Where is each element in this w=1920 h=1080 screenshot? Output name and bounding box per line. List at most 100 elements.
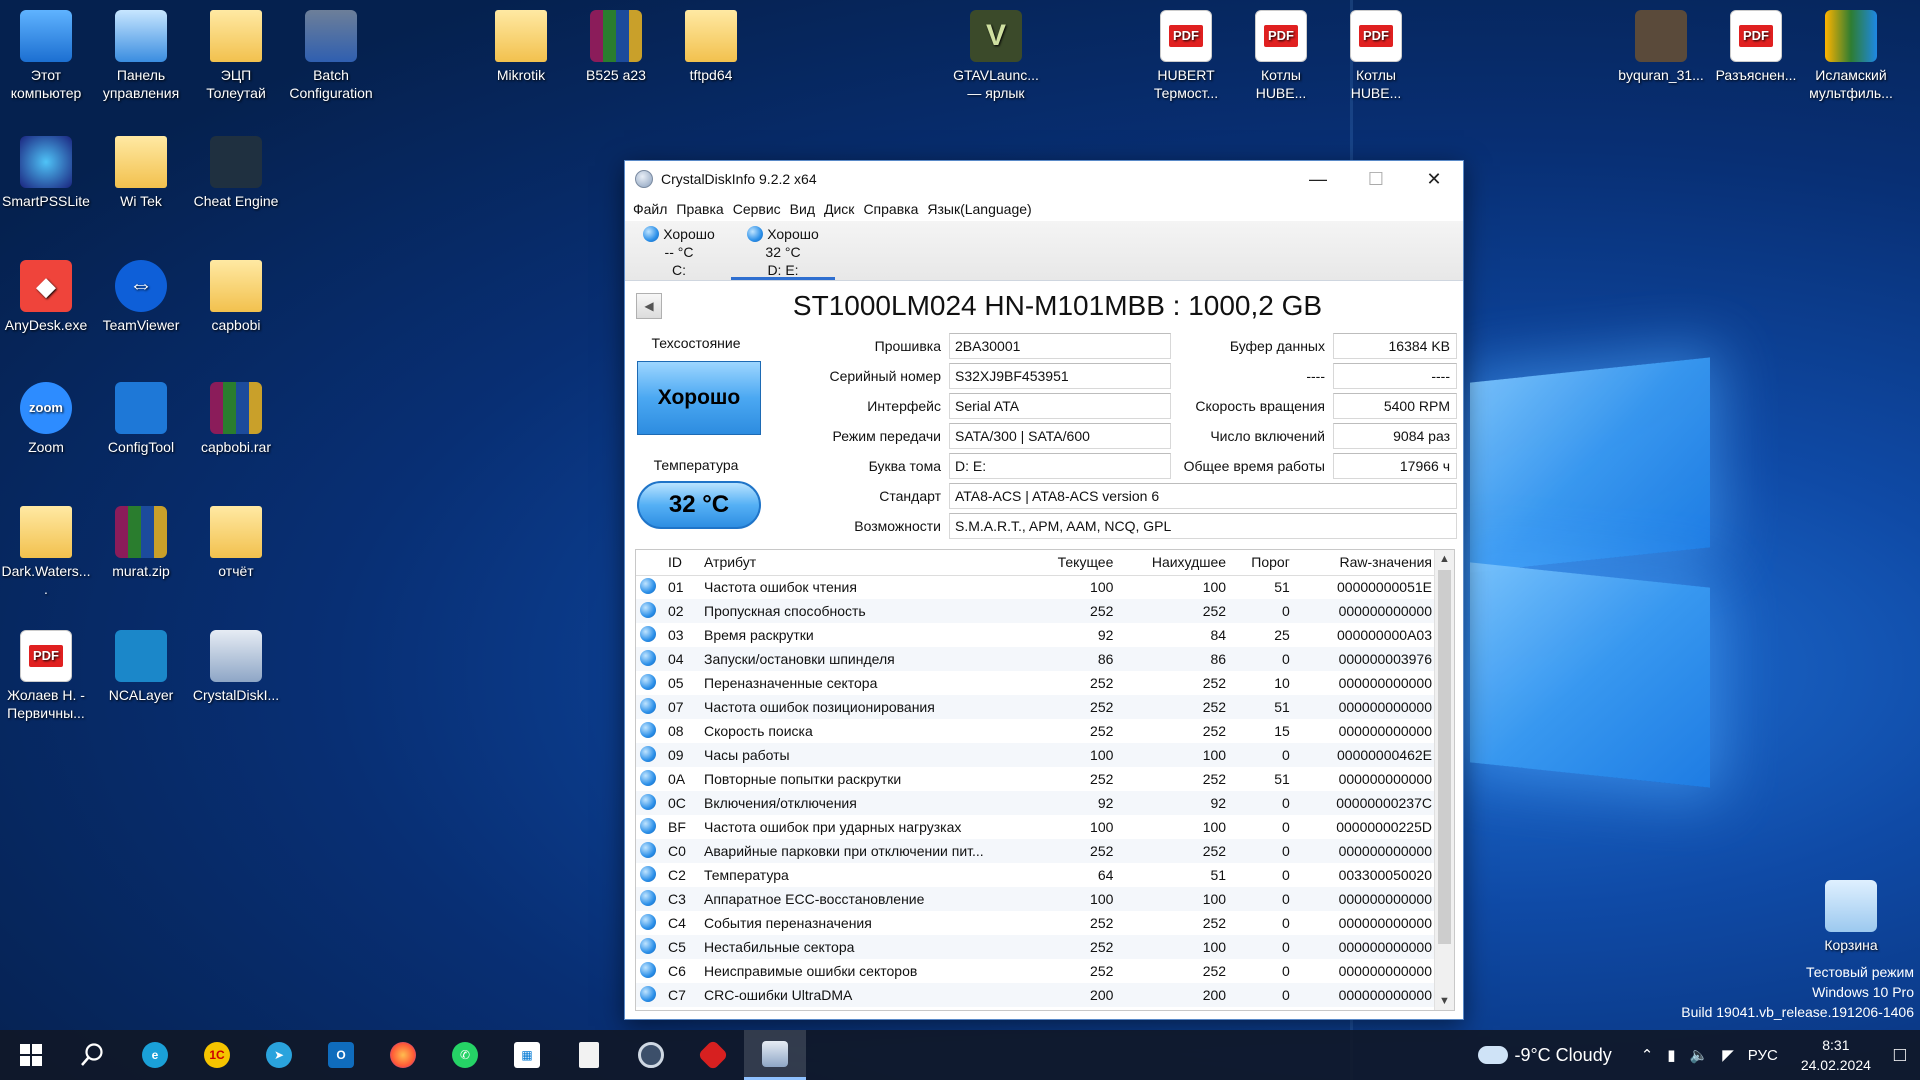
- desktop-icon[interactable]: Этот компьютер: [0, 10, 92, 102]
- desktop-icon[interactable]: B525 a23: [570, 10, 662, 84]
- clock[interactable]: 8:31 24.02.2024: [1801, 1035, 1871, 1075]
- menu-file[interactable]: Файл: [633, 201, 667, 217]
- desktop-icon[interactable]: PDF HUBERT Термост...: [1140, 10, 1232, 102]
- col-attribute[interactable]: Атрибут: [700, 550, 1030, 576]
- desktop-icon[interactable]: ConfigTool: [95, 382, 187, 456]
- desktop-icon[interactable]: NCALayer: [95, 630, 187, 704]
- smart-row[interactable]: 02 Пропускная способность 252 252 0 000000000…: [636, 599, 1436, 623]
- smart-row[interactable]: C2 Температура 64 51 0 003300050020: [636, 863, 1436, 887]
- taskbar-telegram[interactable]: ➤: [248, 1030, 310, 1080]
- network-icon[interactable]: ◤: [1722, 1046, 1734, 1064]
- title-bar[interactable]: CrystalDiskInfo 9.2.2 x64 — ☐ ✕: [625, 161, 1463, 197]
- desktop-icon[interactable]: Исламский мультфиль...: [1805, 10, 1897, 102]
- desktop-icon[interactable]: PDF Котлы HUBE...: [1235, 10, 1327, 102]
- menu-help[interactable]: Справка: [863, 201, 918, 217]
- col-id[interactable]: ID: [664, 550, 700, 576]
- battery-icon[interactable]: ▮: [1667, 1046, 1675, 1064]
- smart-row[interactable]: C3 Аппаратное ECC-восстановление 100 100 0 00…: [636, 887, 1436, 911]
- smart-row[interactable]: 09 Часы работы 100 100 0 00000000462E: [636, 743, 1436, 767]
- menu-disk[interactable]: Диск: [824, 201, 854, 217]
- taskbar-1c[interactable]: 1С: [186, 1030, 248, 1080]
- col-threshold[interactable]: Порог: [1230, 550, 1294, 576]
- desktop-icon[interactable]: Wi Tek: [95, 136, 187, 210]
- weather-widget[interactable]: -9°C Cloudy: [1478, 1045, 1612, 1066]
- desktop-icon[interactable]: ◆ AnyDesk.exe: [0, 260, 92, 334]
- smart-row[interactable]: 07 Частота ошибок позиционирования 252 252 5…: [636, 695, 1436, 719]
- smart-row[interactable]: BF Частота ошибок при ударных нагрузках 10…: [636, 815, 1436, 839]
- taskbar-outlook[interactable]: O: [310, 1030, 372, 1080]
- desktop-icon[interactable]: PDF Разъяснен...: [1710, 10, 1802, 84]
- disk-tab-c[interactable]: Хорошо -- °C C:: [627, 221, 731, 280]
- menu-language[interactable]: Язык(Language): [927, 201, 1031, 217]
- scroll-down-icon[interactable]: ▼: [1435, 992, 1454, 1010]
- menu-view[interactable]: Вид: [790, 201, 815, 217]
- smart-row[interactable]: C5 Нестабильные сектора 252 100 0 00000000000…: [636, 935, 1436, 959]
- start-button[interactable]: [0, 1030, 62, 1080]
- smart-row[interactable]: 0C Включения/отключения 92 92 0 00000000237C: [636, 791, 1436, 815]
- maximize-button[interactable]: ☐: [1347, 161, 1405, 197]
- volume-icon[interactable]: 🔈: [1690, 1046, 1709, 1064]
- desktop-icon[interactable]: ⇔ TeamViewer: [95, 260, 187, 334]
- smart-row[interactable]: 01 Частота ошибок чтения 100 100 51 000000000…: [636, 575, 1436, 599]
- smart-row[interactable]: 03 Время раскрутки 92 84 25 000000000A03: [636, 623, 1436, 647]
- language-indicator[interactable]: РУС: [1748, 1047, 1778, 1064]
- taskbar-file[interactable]: [558, 1030, 620, 1080]
- smart-current: 64: [1097, 867, 1114, 883]
- smart-row[interactable]: 05 Переназначенные сектора 252 252 10 0000000…: [636, 671, 1436, 695]
- taskbar-firefox[interactable]: [372, 1030, 434, 1080]
- desktop-icon[interactable]: zoom Zoom: [0, 382, 92, 456]
- search-button[interactable]: [62, 1030, 124, 1080]
- disk-tab-de[interactable]: Хорошо 32 °C D: E:: [731, 221, 835, 280]
- desktop-icon[interactable]: SmartPSSLite: [0, 136, 92, 210]
- taskbar-app-wheel[interactable]: [620, 1030, 682, 1080]
- desktop-icon[interactable]: capbobi: [190, 260, 282, 334]
- smart-row[interactable]: 04 Запуски/остановки шпинделя 86 86 0 0000000…: [636, 647, 1436, 671]
- desktop-icon[interactable]: byquran_31...: [1615, 10, 1707, 84]
- desktop-icon[interactable]: ЭЦП Толеутай: [190, 10, 282, 102]
- smart-row[interactable]: C0 Аварийные парковки при отключении пит.…: [636, 839, 1436, 863]
- desktop-icon[interactable]: capbobi.rar: [190, 382, 282, 456]
- smart-row[interactable]: C7 CRC-ошибки UltraDMA 200 200 0 000000000000: [636, 983, 1436, 1007]
- scroll-up-icon[interactable]: ▲: [1435, 550, 1454, 568]
- desktop-icon[interactable]: Панель управления: [95, 10, 187, 102]
- col-raw[interactable]: Raw-значения: [1293, 550, 1436, 576]
- desktop-icon[interactable]: отчёт: [190, 506, 282, 580]
- desktop-icon[interactable]: PDF Котлы HUBE...: [1330, 10, 1422, 102]
- taskbar-edge[interactable]: e: [124, 1030, 186, 1080]
- desktop-icon[interactable]: PDF Жолаев Н. - Первичны...: [0, 630, 92, 722]
- desktop-icon[interactable]: murat.zip: [95, 506, 187, 580]
- smart-row[interactable]: C4 События переназначения 252 252 0 000000000…: [636, 911, 1436, 935]
- col-worst[interactable]: Наихудшее: [1117, 550, 1231, 576]
- previous-disk-button[interactable]: ◀: [636, 293, 662, 319]
- desktop-icon[interactable]: tftpd64: [665, 10, 757, 84]
- menu-service[interactable]: Сервис: [733, 201, 781, 217]
- health-status-button[interactable]: Хорошо: [637, 361, 761, 435]
- desktop-icon[interactable]: Корзина: [1805, 880, 1897, 954]
- smart-row[interactable]: 0A Повторные попытки раскрутки 252 252 51 000…: [636, 767, 1436, 791]
- taskbar-anydesk-red[interactable]: [682, 1030, 744, 1080]
- desktop-icon[interactable]: CrystalDiskI...: [190, 630, 282, 704]
- close-button[interactable]: ✕: [1405, 161, 1463, 197]
- taskbar-crystaldiskinfo[interactable]: [744, 1030, 806, 1080]
- scroll-thumb[interactable]: [1438, 570, 1451, 944]
- smart-row[interactable]: C6 Неисправимые ошибки секторов 252 252 0 000…: [636, 959, 1436, 983]
- crystaldiskinfo-window[interactable]: CrystalDiskInfo 9.2.2 x64 — ☐ ✕ Файл Пра…: [624, 160, 1464, 1020]
- firefox-icon: [390, 1042, 416, 1068]
- smart-threshold: 0: [1282, 963, 1290, 979]
- taskbar-store[interactable]: ▦: [496, 1030, 558, 1080]
- desktop-icon[interactable]: Batch Configuration: [285, 10, 377, 102]
- chevron-up-icon[interactable]: ⌃: [1641, 1046, 1654, 1064]
- smart-row[interactable]: 08 Скорость поиска 252 252 15 000000000000: [636, 719, 1436, 743]
- smart-scrollbar[interactable]: ▲ ▼: [1434, 550, 1454, 1010]
- desktop-icon[interactable]: Mikrotik: [475, 10, 567, 84]
- menu-edit[interactable]: Правка: [676, 201, 723, 217]
- col-current[interactable]: Текущее: [1030, 550, 1118, 576]
- desktop-icon[interactable]: Cheat Engine: [190, 136, 282, 210]
- taskbar-whatsapp[interactable]: ✆: [434, 1030, 496, 1080]
- notification-icon[interactable]: □: [1894, 1044, 1906, 1067]
- temperature-button[interactable]: 32 °C: [637, 481, 761, 529]
- smart-table[interactable]: ID Атрибут Текущее Наихудшее Порог Raw-з…: [635, 549, 1455, 1011]
- desktop-icon[interactable]: Dark.Waters....: [0, 506, 92, 598]
- desktop-icon[interactable]: V GTAVLaunc... — ярлык: [950, 10, 1042, 102]
- minimize-button[interactable]: —: [1289, 161, 1347, 197]
